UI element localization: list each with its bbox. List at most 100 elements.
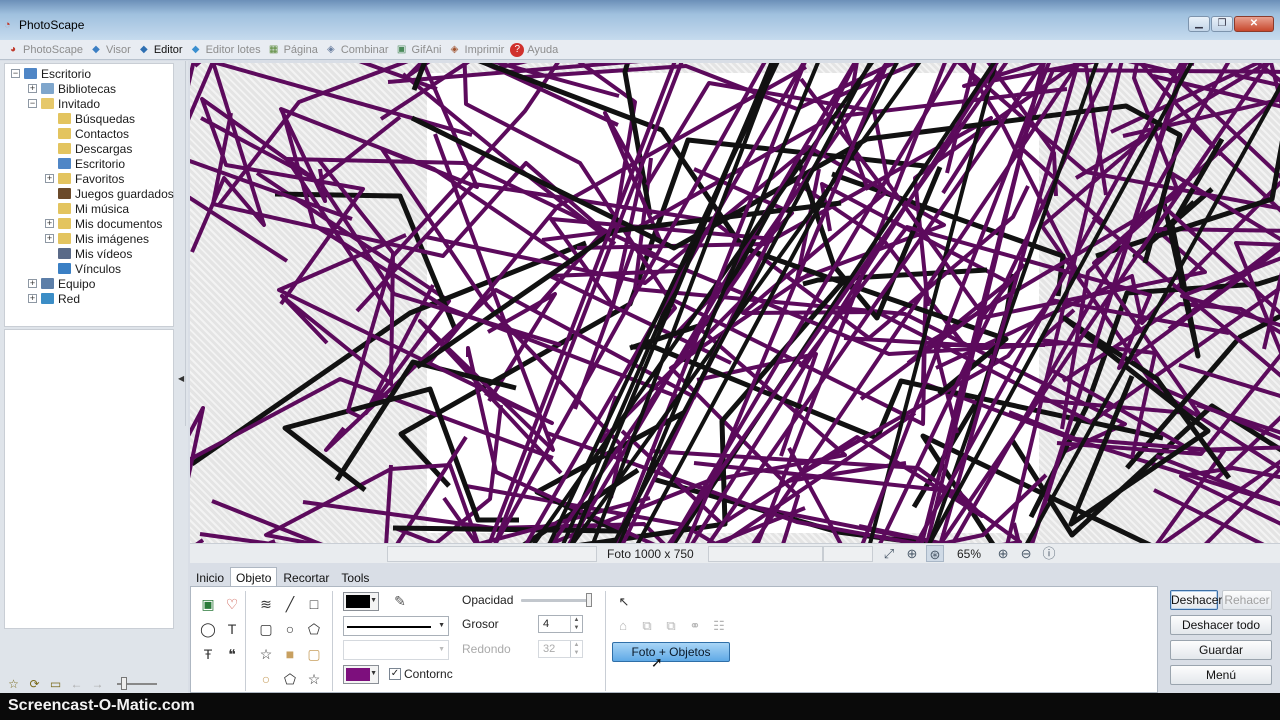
tab-visor[interactable]: ◆ Visor: [87, 41, 135, 59]
ellipse-tool-icon[interactable]: ○: [281, 620, 299, 638]
fill-color-picker[interactable]: ▼: [343, 665, 379, 684]
tab-gifani[interactable]: ▣ GifAni: [393, 41, 446, 59]
zoom-actual-icon[interactable]: ⊕: [903, 545, 921, 562]
tab-imprimir[interactable]: ◈ Imprimir: [446, 41, 509, 59]
tab-recortar[interactable]: Recortar: [277, 567, 335, 587]
arrow-style-select[interactable]: ▼: [343, 640, 449, 660]
properties-icon[interactable]: ☷: [710, 617, 728, 635]
back-arrow-icon[interactable]: ←: [69, 677, 84, 691]
text-style-icon[interactable]: Ŧ: [199, 645, 217, 663]
expand-icon[interactable]: +: [45, 234, 54, 243]
tab-objeto[interactable]: Objeto: [230, 567, 278, 587]
collapse-arrow-icon[interactable]: ◀: [178, 374, 184, 383]
tree-item-mis-videos[interactable]: Mis vídeos: [58, 246, 132, 261]
tab-ayuda[interactable]: ? Ayuda: [508, 41, 562, 59]
select-pointer-icon[interactable]: ↖: [615, 593, 633, 611]
favorite-star-icon[interactable]: ☆: [6, 677, 21, 691]
stepper-arrows-icon[interactable]: ▲ ▼: [570, 616, 582, 632]
insert-photo-icon[interactable]: ▣: [199, 595, 217, 613]
tree-item-vinculos[interactable]: Vínculos: [58, 261, 121, 276]
open-folder-icon[interactable]: ▭: [48, 677, 63, 691]
slider-knob[interactable]: [121, 677, 127, 690]
tab-editor[interactable]: ◆ Editor: [135, 41, 187, 59]
minimize-button[interactable]: ▁: [1188, 16, 1210, 32]
tab-inicio[interactable]: Inicio: [190, 567, 230, 587]
expand-icon[interactable]: +: [28, 84, 37, 93]
send-back-icon[interactable]: ⧉: [662, 617, 680, 635]
zoom-out-icon[interactable]: ⊖: [1017, 545, 1035, 562]
image-canvas[interactable]: [190, 63, 1280, 543]
tree-item-equipo[interactable]: + Equipo: [28, 276, 95, 291]
tab-combinar[interactable]: ◈ Combinar: [322, 41, 393, 59]
thumbnail-size-slider[interactable]: [117, 677, 157, 690]
tree-item-red[interactable]: + Red: [28, 291, 80, 306]
expand-icon[interactable]: +: [45, 174, 54, 183]
filled-rounded-rect-icon[interactable]: ▢: [305, 645, 323, 663]
save-button[interactable]: Guardar: [1170, 640, 1272, 660]
forward-arrow-icon[interactable]: →: [90, 677, 105, 691]
object-delete-icon[interactable]: ⌂: [614, 617, 632, 635]
filled-star-icon[interactable]: ☆: [305, 670, 323, 688]
star-tool-icon[interactable]: ☆: [257, 645, 275, 663]
tree-item-bibliotecas[interactable]: + Bibliotecas: [28, 81, 116, 96]
maximize-button[interactable]: ❐: [1211, 16, 1233, 32]
tab-photoscape[interactable]: ◕ PhotoScape: [4, 41, 87, 59]
undo-button[interactable]: Deshacer: [1170, 590, 1222, 610]
tree-item-invitado[interactable]: − Invitado: [28, 96, 100, 111]
expand-icon[interactable]: +: [28, 279, 37, 288]
collapse-icon[interactable]: −: [28, 99, 37, 108]
tab-editor-lotes[interactable]: ◆ Editor lotes: [187, 41, 265, 59]
expand-icon[interactable]: +: [28, 294, 37, 303]
tree-item-busquedas[interactable]: Búsquedas: [58, 111, 135, 126]
line-style-select[interactable]: ▼: [343, 616, 449, 636]
speech-balloon-icon[interactable]: ◯: [199, 620, 217, 638]
duplicate-icon[interactable]: ⚭: [686, 617, 704, 635]
polygon-tool-icon[interactable]: ⬠: [305, 620, 323, 638]
outline-checkbox[interactable]: ✓: [389, 668, 401, 680]
tree-item-descargas[interactable]: Descargas: [58, 141, 132, 156]
tree-item-escritorio-user[interactable]: Escritorio: [58, 156, 125, 171]
tree-item-mis-imagenes[interactable]: + Mis imágenes: [45, 231, 149, 246]
chevron-down-icon: ▼: [370, 597, 377, 604]
line-color-picker[interactable]: ▼: [343, 592, 379, 611]
text-tool-icon[interactable]: T: [223, 620, 241, 638]
rounded-rect-tool-icon[interactable]: ▢: [257, 620, 275, 638]
filled-polygon-icon[interactable]: ⬠: [281, 670, 299, 688]
expand-icon[interactable]: +: [45, 219, 54, 228]
fit-screen-icon[interactable]: ⤢: [880, 545, 898, 562]
tree-item-juegos-guardados[interactable]: Juegos guardados: [58, 186, 174, 201]
opacity-slider[interactable]: [521, 593, 592, 607]
tree-item-mis-documentos[interactable]: + Mis documentos: [45, 216, 162, 231]
filled-ellipse-icon[interactable]: ○: [257, 670, 275, 688]
zoom-fit-icon[interactable]: ⊛: [926, 545, 944, 562]
close-button[interactable]: ✕: [1234, 16, 1274, 32]
tree-item-mi-musica[interactable]: Mi música: [58, 201, 129, 216]
undo-all-button[interactable]: Deshacer todo: [1170, 615, 1272, 635]
tree-item-contactos[interactable]: Contactos: [58, 126, 129, 141]
thickness-stepper[interactable]: 4 ▲ ▼: [538, 615, 583, 633]
redo-button[interactable]: Rehacer: [1222, 590, 1272, 610]
menu-button[interactable]: Menú: [1170, 665, 1272, 685]
tree-item-escritorio[interactable]: − Escritorio: [11, 66, 91, 81]
photo-objects-button[interactable]: Foto + Objetos: [612, 642, 730, 662]
rounded-stepper[interactable]: 32 ▲ ▼: [538, 640, 583, 658]
tree-item-favoritos[interactable]: + Favoritos: [45, 171, 124, 186]
tab-pagina[interactable]: ▦ Página: [265, 41, 322, 59]
rectangle-tool-icon[interactable]: □: [305, 595, 323, 613]
panel-splitter[interactable]: ◀: [176, 61, 186, 426]
bring-front-icon[interactable]: ⧉: [638, 617, 656, 635]
quote-symbol-icon[interactable]: ❝: [223, 645, 241, 663]
tab-tools[interactable]: Tools: [335, 567, 375, 587]
opacity-slider-knob[interactable]: [586, 593, 592, 607]
filled-rect-tool-icon[interactable]: ■: [281, 645, 299, 663]
insert-clipart-icon[interactable]: ♡: [223, 595, 241, 613]
collapse-icon[interactable]: −: [11, 69, 20, 78]
info-icon[interactable]: ⓘ: [1040, 545, 1058, 562]
line-tool-icon[interactable]: ╱: [281, 595, 299, 613]
freehand-tool-icon[interactable]: ≋: [257, 595, 275, 613]
eyedropper-icon[interactable]: ✎: [391, 592, 409, 610]
thumbnail-list[interactable]: [4, 329, 174, 629]
stepper-arrows-icon[interactable]: ▲ ▼: [570, 641, 582, 657]
zoom-in-icon[interactable]: ⊕: [994, 545, 1012, 562]
refresh-icon[interactable]: ⟳: [27, 677, 42, 691]
